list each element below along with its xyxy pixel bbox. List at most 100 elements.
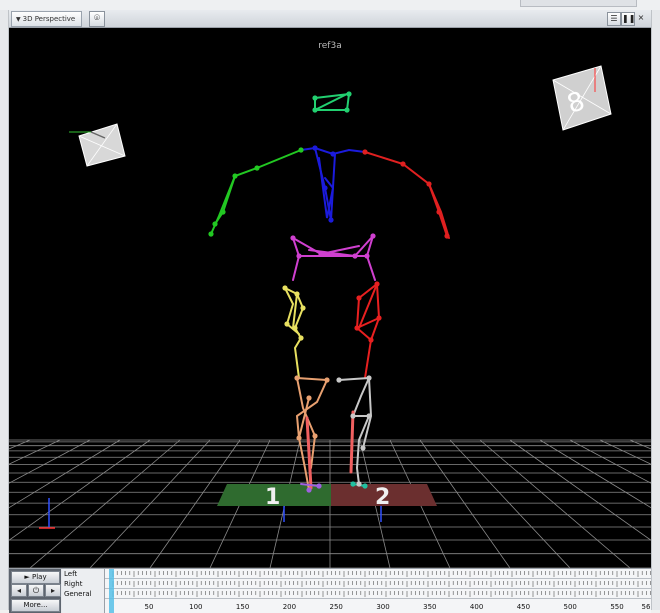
joint-marker — [324, 377, 330, 383]
ruler-label: 300 — [376, 603, 390, 611]
transport-controls: ◂ ⏻ ▸ — [11, 584, 61, 597]
joint-marker — [346, 91, 352, 97]
joint-marker — [296, 435, 302, 441]
joint-marker — [350, 481, 356, 487]
timeline-panel: ► Play ◂ ⏻ ▸ More... Left Right General … — [9, 568, 651, 613]
joint-marker — [212, 221, 218, 227]
right-shin-bone — [349, 410, 355, 474]
ruler-label: 400 — [469, 603, 484, 611]
joint-marker — [330, 151, 336, 157]
camera-icon[interactable]: ⌾ — [89, 11, 105, 27]
joint-marker — [306, 487, 312, 493]
dropdown-arrow-icon[interactable]: ▼ — [16, 16, 21, 23]
power-icon[interactable]: ⏻ — [28, 584, 44, 597]
joint-marker — [300, 305, 306, 311]
pause-icon[interactable]: ❚❚ — [621, 12, 635, 26]
ruler-label: 100 — [189, 603, 203, 611]
track-labels: Left Right General — [62, 569, 105, 613]
joint-marker — [292, 325, 298, 331]
ruler-label: 50 — [144, 603, 154, 611]
joint-marker — [376, 315, 382, 321]
timeline-tracks[interactable]: 50 100 150 200 250 300 350 400 450 500 550 56 — [105, 569, 651, 613]
skeleton — [210, 92, 450, 491]
camera-cube-left[interactable] — [69, 123, 126, 167]
joint-marker — [220, 209, 226, 215]
joint-marker — [350, 413, 356, 419]
more-button[interactable]: More... — [11, 599, 60, 612]
joint-marker — [366, 375, 372, 381]
left-thigh-segment — [284, 287, 305, 379]
right-arm-segment — [364, 151, 450, 239]
joint-marker — [298, 147, 304, 153]
joint-marker — [352, 253, 358, 259]
floor-marker-2-label: 2 — [375, 485, 390, 510]
ruler-label: 250 — [329, 603, 343, 611]
joint-marker — [312, 95, 318, 101]
joint-marker — [364, 253, 370, 259]
joint-marker — [426, 181, 432, 187]
3d-viewport[interactable]: 1 2 8 ref3a — [9, 28, 651, 568]
timeline-cursor[interactable] — [109, 569, 114, 613]
joint-marker — [312, 107, 318, 113]
joint-marker — [336, 377, 342, 383]
ruler-label: 200 — [282, 603, 297, 611]
step-forward-icon[interactable]: ▸ — [45, 584, 61, 597]
scene-svg: 1 2 8 ref3a — [9, 41, 651, 568]
viewport-tab[interactable]: ▼ 3D Perspective — [11, 11, 83, 27]
joint-marker — [328, 217, 334, 223]
joint-marker — [294, 375, 300, 381]
pelvis-segment — [292, 235, 376, 281]
joint-marker — [444, 233, 450, 239]
joint-marker — [362, 149, 368, 155]
joint-marker — [282, 285, 288, 291]
joint-marker — [360, 445, 366, 451]
joint-marker — [294, 291, 300, 297]
joint-marker — [322, 185, 328, 191]
track-label-left[interactable]: Left — [64, 569, 77, 579]
joint-marker — [436, 209, 442, 215]
play-button[interactable]: ► Play — [11, 571, 60, 584]
joint-marker — [254, 165, 260, 171]
transport-panel: ► Play ◂ ⏻ ▸ More... — [9, 569, 61, 613]
joint-marker — [306, 395, 312, 401]
joint-marker — [368, 337, 374, 343]
viewport-tab-label: 3D Perspective — [22, 15, 76, 23]
joint-marker — [370, 233, 376, 239]
left-sidebar — [0, 10, 9, 610]
camera-cube-right[interactable]: 8 — [552, 65, 612, 131]
ruler-label: 450 — [516, 603, 531, 611]
take-name: ref3a — [318, 41, 341, 51]
joint-marker — [316, 483, 322, 489]
joint-marker — [208, 231, 214, 237]
step-back-icon[interactable]: ◂ — [11, 584, 27, 597]
joint-marker — [400, 161, 406, 167]
spine-segment — [300, 146, 366, 221]
joint-marker — [232, 173, 238, 179]
ruler-label: 550 — [610, 603, 624, 611]
ruler-label: 500 — [563, 603, 577, 611]
joint-marker — [290, 235, 296, 241]
joint-marker — [284, 321, 290, 327]
joint-marker — [356, 295, 362, 301]
joint-marker — [374, 281, 380, 287]
joint-marker — [362, 483, 368, 489]
ruler-label: 350 — [423, 603, 437, 611]
ruler-label: 56 — [641, 603, 651, 611]
track-label-general[interactable]: General — [64, 589, 92, 599]
joint-marker — [356, 481, 362, 487]
skeleton-joints — [208, 91, 450, 493]
joint-marker — [344, 107, 350, 113]
head-segment — [314, 92, 351, 111]
joint-marker — [354, 325, 360, 331]
right-sidebar — [651, 10, 660, 610]
layout-grid-icon[interactable]: ☰ — [607, 12, 621, 26]
joint-marker — [318, 251, 324, 257]
ruler-label: 150 — [235, 603, 250, 611]
left-arm-segment — [210, 149, 302, 235]
joint-marker — [296, 253, 302, 259]
joint-marker — [312, 145, 318, 151]
close-icon[interactable]: × — [635, 12, 647, 24]
viewport-header: ▼ 3D Perspective ⌾ ☰ ❚❚ × — [9, 10, 651, 28]
top-scrollbar[interactable] — [520, 0, 637, 7]
track-label-right[interactable]: Right — [64, 579, 82, 589]
